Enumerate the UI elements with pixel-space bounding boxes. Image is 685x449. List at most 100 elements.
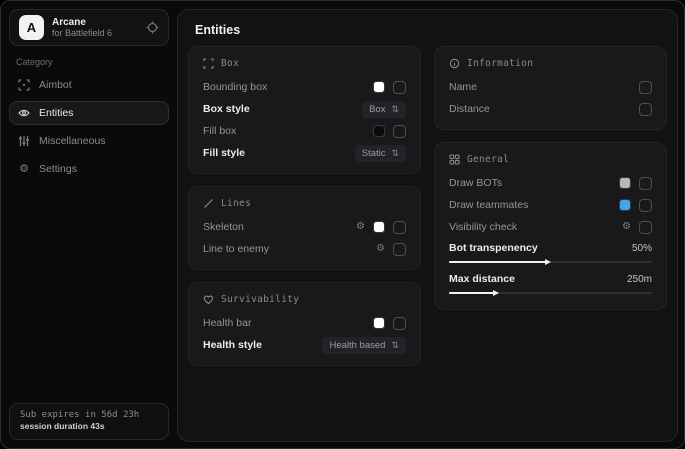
- name-checkbox[interactable]: [639, 81, 652, 94]
- panel-general-header: General: [449, 154, 652, 165]
- box-style-dropdown[interactable]: Box ⇅: [362, 101, 406, 118]
- updown-arrows-icon: ⇅: [391, 105, 399, 114]
- fill-box-checkbox[interactable]: [393, 125, 406, 138]
- sidebar-item-label: Entities: [39, 107, 73, 119]
- panel-lines: Lines Skeleton ⚙ Line to enemy ⚙: [188, 186, 421, 270]
- setting-label: Fill style: [203, 147, 355, 159]
- setting-label: Skeleton: [203, 221, 356, 233]
- slider-thumb[interactable]: [493, 290, 499, 296]
- updown-arrows-icon: ⇅: [391, 341, 399, 350]
- visibility-check-checkbox[interactable]: [639, 221, 652, 234]
- color-swatch[interactable]: [373, 81, 385, 93]
- slider-track[interactable]: [449, 292, 652, 294]
- page-title: Entities: [195, 23, 677, 37]
- health-bar-checkbox[interactable]: [393, 317, 406, 330]
- skeleton-checkbox[interactable]: [393, 221, 406, 234]
- setting-row-bounding-box: Bounding box: [203, 76, 406, 98]
- setting-row-health-bar: Health bar: [203, 312, 406, 334]
- sidebar-item-label: Aimbot: [39, 79, 72, 91]
- panel-survivability: Survivability Health bar Health style He…: [188, 282, 421, 366]
- app-window: A Arcane for Battlefield 6 Category: [0, 0, 685, 449]
- setting-label: Draw BOTs: [449, 177, 619, 189]
- setting-row-health-style: Health style Health based ⇅: [203, 334, 406, 356]
- setting-row-fill-box: Fill box: [203, 120, 406, 142]
- setting-label: Health bar: [203, 317, 373, 329]
- info-icon: [449, 58, 460, 69]
- target-icon[interactable]: [146, 21, 159, 34]
- gear-icon[interactable]: ⚙: [356, 222, 365, 232]
- main-content: Entities Box Bounding box: [177, 9, 678, 442]
- dropdown-value: Box: [369, 104, 385, 115]
- setting-label: Box style: [203, 103, 362, 115]
- panel-box-header: Box: [203, 58, 406, 69]
- color-swatch[interactable]: [619, 199, 631, 211]
- slider-thumb[interactable]: [545, 259, 551, 265]
- setting-label: Line to enemy: [203, 243, 376, 255]
- color-swatch[interactable]: [373, 317, 385, 329]
- sidebar-item-miscellaneous[interactable]: Miscellaneous: [9, 129, 169, 153]
- subscription-card: Sub expires in 56d 23h session duration …: [9, 403, 169, 440]
- setting-label: Bounding box: [203, 81, 373, 93]
- sidebar-item-settings[interactable]: ⚙ Settings: [9, 157, 169, 181]
- sidebar-item-aimbot[interactable]: Aimbot: [9, 73, 169, 97]
- panel-survivability-header: Survivability: [203, 294, 406, 305]
- distance-checkbox[interactable]: [639, 103, 652, 116]
- panel-lines-header: Lines: [203, 198, 406, 209]
- sidebar-item-entities[interactable]: Entities: [9, 101, 169, 125]
- color-swatch[interactable]: [619, 177, 631, 189]
- sliders-icon: [18, 135, 30, 147]
- panel-title: Survivability: [221, 294, 299, 305]
- sidebar-item-label: Settings: [39, 163, 77, 175]
- slider-value: 50%: [632, 243, 652, 254]
- setting-row-name: Name: [449, 76, 652, 98]
- right-column: Information Name Distance: [434, 46, 667, 310]
- setting-row-distance: Distance: [449, 98, 652, 120]
- bounding-box-checkbox[interactable]: [393, 81, 406, 94]
- draw-teammates-checkbox[interactable]: [639, 199, 652, 212]
- setting-label: Fill box: [203, 125, 373, 137]
- setting-row-visibility-check: Visibility check ⚙: [449, 216, 652, 238]
- gear-icon: ⚙: [18, 164, 30, 175]
- brand-card: A Arcane for Battlefield 6: [9, 9, 169, 46]
- session-duration-text: session duration 43s: [20, 421, 158, 432]
- setting-row-box-style: Box style Box ⇅: [203, 98, 406, 120]
- panel-information-header: Information: [449, 58, 652, 69]
- line-to-enemy-checkbox[interactable]: [393, 243, 406, 256]
- draw-bots-checkbox[interactable]: [639, 177, 652, 190]
- color-swatch[interactable]: [373, 125, 385, 137]
- brand-text: Arcane for Battlefield 6: [52, 17, 138, 39]
- setting-label: Name: [449, 81, 639, 93]
- setting-row-fill-style: Fill style Static ⇅: [203, 142, 406, 164]
- category-label: Category: [16, 57, 53, 67]
- slider-track[interactable]: [449, 261, 652, 263]
- dropdown-value: Health based: [329, 340, 385, 351]
- panel-title: Information: [467, 58, 533, 69]
- slider-max-distance: Max distance 250m: [449, 269, 652, 300]
- slider-fill: [449, 261, 546, 263]
- setting-row-skeleton: Skeleton ⚙: [203, 216, 406, 238]
- panel-general: General Draw BOTs Draw teammates: [434, 142, 667, 310]
- sub-expiry-text: Sub expires in 56d 23h: [20, 409, 158, 421]
- sidebar: A Arcane for Battlefield 6 Category: [1, 1, 177, 448]
- health-style-dropdown[interactable]: Health based ⇅: [322, 337, 406, 354]
- left-column: Box Bounding box Box style Box ⇅: [188, 46, 421, 366]
- slider-value: 250m: [627, 274, 652, 285]
- setting-label: Draw teammates: [449, 199, 619, 211]
- line-icon: [203, 198, 214, 209]
- slider-bot-transparency: Bot transpenency 50%: [449, 238, 652, 269]
- gear-icon[interactable]: ⚙: [622, 222, 631, 232]
- updown-arrows-icon: ⇅: [391, 149, 399, 158]
- sidebar-item-label: Miscellaneous: [39, 135, 106, 147]
- slider-fill: [449, 292, 494, 294]
- slider-label: Bot transpenency: [449, 242, 632, 254]
- setting-label: Visibility check: [449, 221, 622, 233]
- sidebar-nav: Aimbot Entities Miscellaneous: [9, 73, 169, 181]
- app-logo: A: [19, 15, 44, 40]
- dropdown-value: Static: [362, 148, 386, 159]
- gear-icon[interactable]: ⚙: [376, 244, 385, 254]
- fill-style-dropdown[interactable]: Static ⇅: [355, 145, 406, 162]
- setting-label: Distance: [449, 103, 639, 115]
- color-swatch[interactable]: [373, 221, 385, 233]
- heart-icon: [203, 294, 214, 305]
- setting-row-draw-teammates: Draw teammates: [449, 194, 652, 216]
